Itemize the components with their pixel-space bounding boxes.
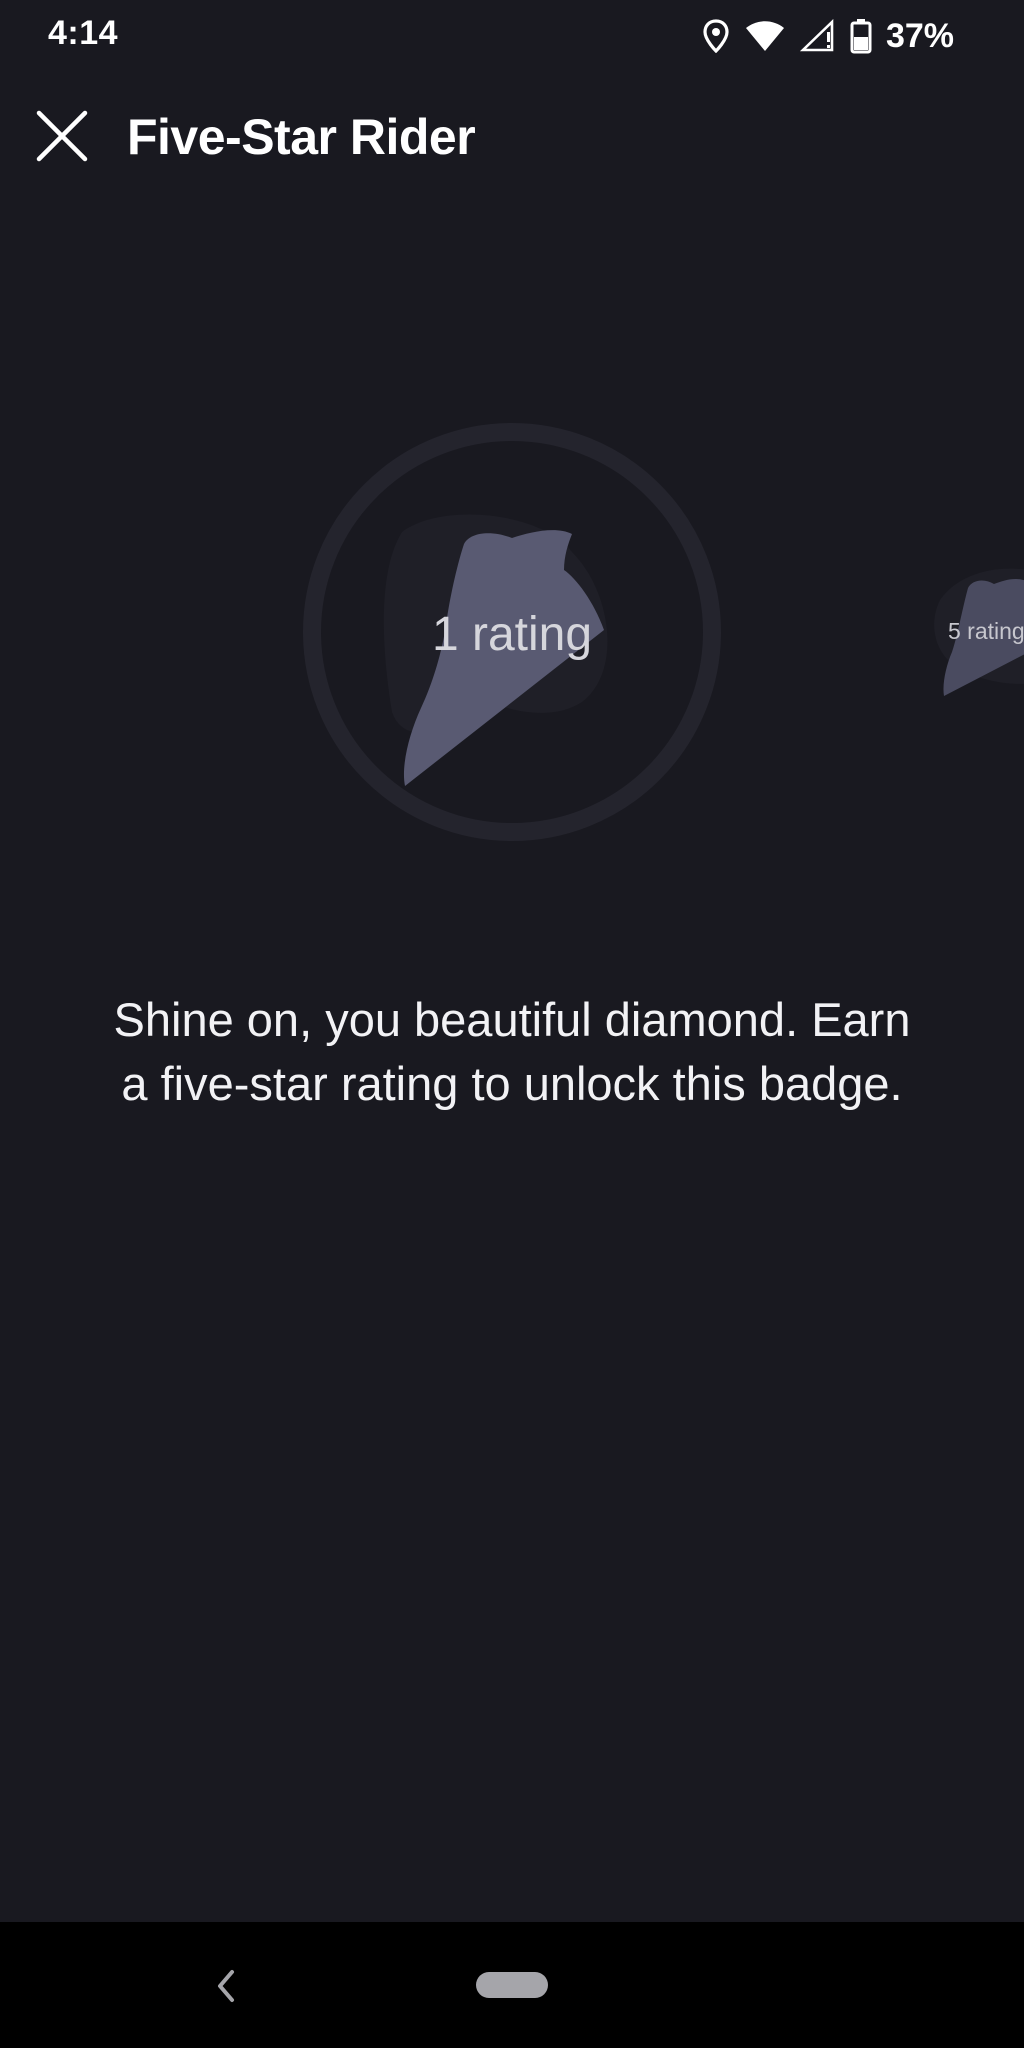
badge-carousel[interactable]: 1 rating 5 rating	[0, 400, 1024, 860]
wifi-icon	[744, 20, 786, 52]
cell-signal-icon	[799, 19, 836, 53]
close-icon	[35, 109, 89, 168]
status-icons: 37%	[702, 14, 954, 58]
system-nav-bar	[0, 1922, 1024, 2048]
status-time: 4:14	[48, 14, 119, 52]
home-pill-icon[interactable]	[476, 1972, 548, 1998]
badge-next[interactable]: 5 rating	[928, 560, 1024, 720]
badge-description: Shine on, you beautiful diamond. Earn a …	[60, 988, 964, 1116]
badge-current-label: 1 rating	[431, 608, 593, 661]
badge-next-label: 5 rating	[948, 618, 1024, 644]
location-icon	[702, 19, 730, 53]
battery-percentage: 37%	[885, 16, 954, 55]
status-bar: 4:14 37%	[0, 0, 1024, 72]
badge-current[interactable]: 1 rating	[302, 422, 722, 842]
badge-description-line-2: a five-star rating to unlock this badge.	[121, 1057, 903, 1110]
page-title: Five-Star Rider	[127, 109, 476, 165]
screen: 4:14 37% Five-Star Rider 1 rating 5 rati…	[0, 0, 1024, 2048]
battery-icon	[850, 18, 872, 54]
badge-description-line-1: Shine on, you beautiful diamond. Earn	[113, 993, 911, 1046]
app-header: Five-Star Rider	[0, 90, 1024, 182]
close-button[interactable]	[30, 106, 94, 170]
back-chevron-icon	[206, 1970, 246, 2010]
back-button[interactable]	[206, 1966, 246, 2006]
